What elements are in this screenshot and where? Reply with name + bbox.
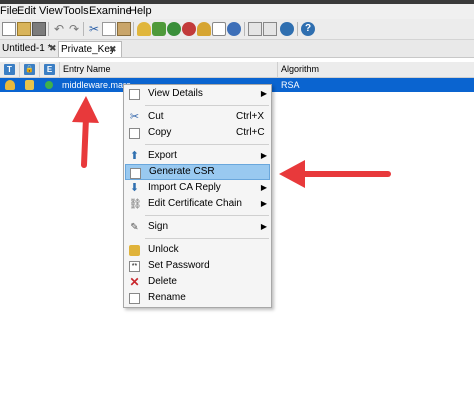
annotation-arrow-up (72, 96, 99, 168)
annotation-arrow-left (279, 160, 391, 188)
annotation-arrows (72, 96, 391, 188)
